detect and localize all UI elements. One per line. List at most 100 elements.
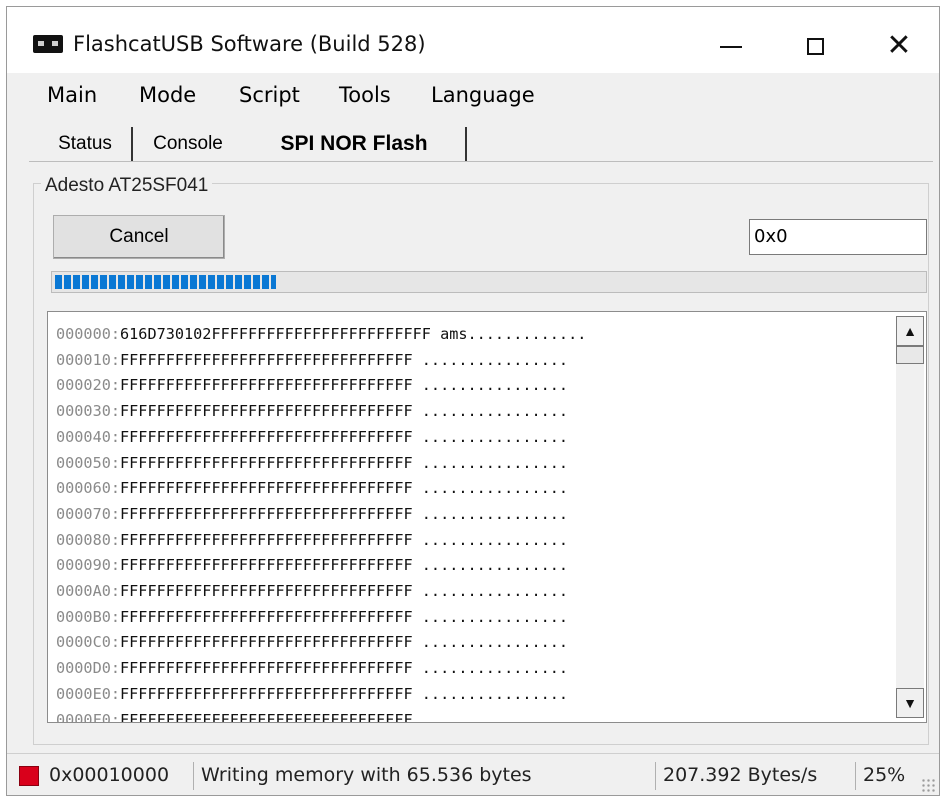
hex-row-bytes: FFFFFFFFFFFFFFFFFFFFFFFFFFFFFFFF: [120, 402, 413, 421]
hex-row-bytes: FFFFFFFFFFFFFFFFFFFFFFFFFFFFFFFF: [120, 453, 413, 472]
hex-row-address: 000030:: [56, 402, 121, 421]
menu-mode[interactable]: Mode: [139, 83, 196, 107]
hex-row-ascii: ................: [421, 350, 569, 369]
hex-row: 000080:FFFFFFFFFFFFFFFFFFFFFFFFFFFFFFFF …: [56, 528, 586, 554]
minimize-button[interactable]: [705, 25, 757, 67]
status-divider: [655, 762, 656, 790]
hex-row-bytes: 616D730102FFFFFFFFFFFFFFFFFFFFFFFF: [120, 325, 431, 343]
hex-row-ascii: ................: [421, 453, 569, 472]
hex-row-bytes: FFFFFFFFFFFFFFFFFFFFFFFFFFFFFFFF: [120, 659, 413, 678]
address-input[interactable]: 0x0: [749, 219, 927, 255]
minimize-icon: [720, 46, 742, 48]
vertical-scrollbar[interactable]: ▲ ▼: [896, 316, 924, 718]
hex-row: 0000A0:FFFFFFFFFFFFFFFFFFFFFFFFFFFFFFFF …: [56, 579, 586, 605]
progress-fill: [55, 275, 276, 289]
app-window: FlashcatUSB Software (Build 528) ✕ Main …: [6, 6, 940, 796]
arrow-down-icon: ▼: [903, 695, 917, 711]
menu-script[interactable]: Script: [239, 83, 300, 107]
scroll-down-button[interactable]: ▼: [896, 688, 924, 718]
hex-row: 0000E0:FFFFFFFFFFFFFFFFFFFFFFFFFFFFFFFF …: [56, 682, 586, 708]
hex-row-ascii: ................: [421, 402, 569, 421]
hex-row-ascii: ................: [421, 504, 569, 523]
hex-row-bytes: FFFFFFFFFFFFFFFFFFFFFFFFFFFFFFFF: [120, 427, 413, 446]
hex-row-address: 000060:: [56, 479, 121, 498]
close-button[interactable]: ✕: [873, 25, 925, 67]
arrow-up-icon: ▲: [903, 323, 917, 339]
hex-row: 000060:FFFFFFFFFFFFFFFFFFFFFFFFFFFFFFFF …: [56, 476, 586, 502]
scroll-thumb[interactable]: [896, 346, 924, 364]
hex-row-bytes: FFFFFFFFFFFFFFFFFFFFFFFFFFFFFFFF: [120, 376, 413, 395]
menu-main[interactable]: Main: [47, 83, 97, 107]
status-address: 0x00010000: [49, 764, 170, 786]
hex-row-bytes: FFFFFFFFFFFFFFFFFFFFFFFFFFFFFFFF: [120, 350, 413, 369]
hex-row: 000090:FFFFFFFFFFFFFFFFFFFFFFFFFFFFFFFF …: [56, 553, 586, 579]
app-cat-icon[interactable]: [33, 35, 63, 53]
tab-baseline: [29, 161, 933, 162]
hex-editor[interactable]: 000000:616D730102FFFFFFFFFFFFFFFFFFFFFFF…: [47, 311, 927, 723]
menu-tools[interactable]: Tools: [339, 83, 391, 107]
hex-row-address: 0000F0:: [56, 710, 121, 723]
hex-row: 0000C0:FFFFFFFFFFFFFFFFFFFFFFFFFFFFFFFF …: [56, 630, 586, 656]
hex-row: 000050:FFFFFFFFFFFFFFFFFFFFFFFFFFFFFFFF …: [56, 451, 586, 477]
hex-row-bytes: FFFFFFFFFFFFFFFFFFFFFFFFFFFFFFFF: [120, 710, 413, 723]
status-bar: 0x00010000 Writing memory with 65.536 by…: [7, 753, 939, 796]
tab-strip: Status Console SPI NOR Flash: [7, 121, 939, 163]
hex-row: 000040:FFFFFFFFFFFFFFFFFFFFFFFFFFFFFFFF …: [56, 425, 586, 451]
hex-row: 000020:FFFFFFFFFFFFFFFFFFFFFFFFFFFFFFFF …: [56, 373, 586, 399]
hex-row-address: 000070:: [56, 504, 121, 523]
status-message: Writing memory with 65.536 bytes: [201, 764, 532, 786]
hex-row-bytes: FFFFFFFFFFFFFFFFFFFFFFFFFFFFFFFF: [120, 607, 413, 626]
device-name-label: Adesto AT25SF041: [41, 175, 213, 197]
hex-row-ascii: ................: [421, 556, 569, 575]
hex-row-address: 000000:: [56, 325, 121, 343]
hex-row-bytes: FFFFFFFFFFFFFFFFFFFFFFFFFFFFFFFF: [120, 684, 413, 703]
hex-row-ascii: ams.............: [440, 325, 587, 343]
hex-row-address: 000040:: [56, 427, 121, 446]
tab-console[interactable]: Console: [131, 127, 243, 161]
hex-row-ascii: ................: [421, 659, 569, 678]
hex-row: 0000B0:FFFFFFFFFFFFFFFFFFFFFFFFFFFFFFFF …: [56, 605, 586, 631]
progress-bar: [51, 271, 927, 293]
hex-row-address: 000090:: [56, 556, 121, 575]
hex-row-bytes: FFFFFFFFFFFFFFFFFFFFFFFFFFFFFFFF: [120, 479, 413, 498]
tab-spi-nor-flash[interactable]: SPI NOR Flash: [243, 127, 467, 161]
scroll-up-button[interactable]: ▲: [896, 316, 924, 346]
resize-grip-icon[interactable]: [921, 778, 935, 792]
hex-row-ascii: ................: [421, 530, 569, 549]
hex-row-address: 0000A0:: [56, 582, 121, 601]
hex-lines: 000000:616D730102FFFFFFFFFFFFFFFFFFFFFFF…: [56, 322, 587, 723]
hex-row-ascii: ................: [421, 427, 569, 446]
hex-row-address: 000080:: [56, 530, 121, 549]
cancel-button[interactable]: Cancel: [53, 215, 225, 259]
hex-row: 000070:FFFFFFFFFFFFFFFFFFFFFFFFFFFFFFFF …: [56, 502, 586, 528]
status-divider: [193, 762, 194, 790]
hex-row-ascii: ................: [421, 607, 569, 626]
hex-row-bytes: FFFFFFFFFFFFFFFFFFFFFFFFFFFFFFFF: [120, 556, 413, 575]
hex-row-ascii: ................: [421, 710, 569, 723]
hex-row-ascii: ................: [421, 479, 569, 498]
hex-row-address: 000020:: [56, 376, 121, 395]
hex-row-bytes: FFFFFFFFFFFFFFFFFFFFFFFFFFFFFFFF: [120, 504, 413, 523]
hex-row-ascii: ................: [421, 633, 569, 652]
hex-row-ascii: ................: [421, 684, 569, 703]
status-percent: 25%: [863, 764, 906, 786]
close-icon: ✕: [886, 28, 912, 63]
hex-row-address: 0000C0:: [56, 633, 121, 652]
hex-row-ascii: ................: [421, 582, 569, 601]
hex-row-ascii: ................: [421, 376, 569, 395]
maximize-icon: [806, 37, 824, 55]
hex-row-bytes: FFFFFFFFFFFFFFFFFFFFFFFFFFFFFFFF: [120, 633, 413, 652]
maximize-button[interactable]: [789, 25, 841, 67]
hex-row: 000030:FFFFFFFFFFFFFFFFFFFFFFFFFFFFFFFF …: [56, 399, 586, 425]
hex-row-address: 0000E0:: [56, 684, 121, 703]
hex-row: 000010:FFFFFFFFFFFFFFFFFFFFFFFFFFFFFFFF …: [56, 348, 586, 374]
menu-language[interactable]: Language: [431, 83, 535, 107]
tab-status[interactable]: Status: [39, 127, 131, 161]
hex-row-bytes: FFFFFFFFFFFFFFFFFFFFFFFFFFFFFFFF: [120, 530, 413, 549]
hex-row: 0000F0:FFFFFFFFFFFFFFFFFFFFFFFFFFFFFFFF …: [56, 708, 586, 723]
status-divider: [855, 762, 856, 790]
status-led-icon: [19, 766, 39, 786]
title-bar[interactable]: FlashcatUSB Software (Build 528) ✕: [7, 7, 939, 73]
hex-row-address: 000050:: [56, 453, 121, 472]
hex-row-address: 0000D0:: [56, 659, 121, 678]
